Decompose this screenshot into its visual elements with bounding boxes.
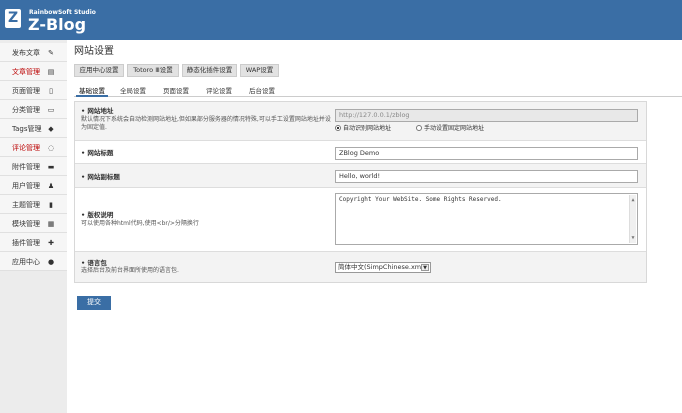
user-icon: ♟ [47,182,55,190]
language-description: 选择后台及前台界面所使用的语言包. [81,267,179,274]
tab-page-settings[interactable]: 页面设置 [160,86,192,97]
site-name-title: 网站标题 [81,149,113,157]
document-icon: ▤ [47,68,55,76]
sidebar-item-tags-manage[interactable]: Tags管理 ◆ [0,119,67,138]
tab-basic-settings[interactable]: 基础设置 [76,86,108,97]
site-name-input[interactable]: ZBlog Demo [335,147,638,160]
folder-icon: ▭ [47,106,55,114]
host-description: 默认情况下系统会自动检测网站地址,但如果部分服务器的情况特殊,可以手工设置网站地… [81,116,331,131]
tab-comment-settings[interactable]: 评论设置 [203,86,235,97]
page-title: 网站设置 [74,46,114,57]
setting-row-name: 网站标题 ZBlog Demo [75,141,646,164]
setting-row-host: 网站地址 默认情况下系统会自动检测网站地址,但如果部分服务器的情况特殊,可以手工… [75,102,646,141]
radio-checked-icon [335,125,341,131]
settings-form: 网站地址 默认情况下系统会自动检测网站地址,但如果部分服务器的情况特殊,可以手工… [74,101,647,283]
host-title: 网站地址 [81,107,113,115]
setting-row-language: 语言包 选择后台及前台界面所使用的语言包. 简体中文(SimpChinese.x… [75,252,646,282]
scroll-up-icon[interactable]: ▲ [630,197,636,203]
attachment-icon: ▬ [47,163,55,171]
copyright-title: 版权说明 [81,211,113,219]
sidebar-item-new-article[interactable]: 发布文章 ✎ [0,43,67,62]
edit-icon: ✎ [48,49,54,57]
sidebar-item-plugin-manage[interactable]: 插件管理 ✚ [0,233,67,252]
language-title: 语言包 [81,259,107,267]
radio-auto-host[interactable]: 自动识别网站地址 [335,125,391,133]
host-input[interactable]: http://127.0.0.1/zblog [335,109,638,122]
scroll-down-icon[interactable]: ▼ [630,235,636,241]
comment-icon: ◌ [47,144,55,152]
setting-row-copyright: 版权说明 可以使用各种html代码,使用<br/>分隔换行 Copyright … [75,188,646,252]
copyright-textarea[interactable]: Copyright Your WebSite. Some Rights Rese… [335,193,638,245]
chevron-down-icon[interactable]: ▼ [421,264,429,271]
sidebar-item-comment-manage[interactable]: 评论管理 ◌ [0,138,67,157]
subtab-static-plugin-settings[interactable]: 静态化插件设置 [182,64,237,77]
setting-row-subname: 网站副标题 Hello, world! [75,164,646,188]
plugin-icon: ✚ [48,239,54,247]
sidebar-item-category-manage[interactable]: 分类管理 ▭ [0,100,67,119]
sidebar-item-module-manage[interactable]: 模块管理 ▦ [0,214,67,233]
site-subtitle-input[interactable]: Hello, world! [335,170,638,183]
sidebar: 发布文章 ✎ 文章管理 ▤ 页面管理 ▯ 分类管理 ▭ Tags管理 ◆ 评论管理 ◌ 附件… [0,40,67,413]
subtab-wap-settings[interactable]: WAP设置 [240,64,279,77]
module-icon: ▦ [47,220,55,228]
top-bar: Z RainbowSoft Studio Z-Blog [0,0,682,40]
settings-tabs: 基础设置 全局设置 页面设置 评论设置 后台设置 [74,86,682,97]
tab-global-settings[interactable]: 全局设置 [117,86,149,97]
textarea-scrollbar[interactable]: ▲ ▼ [629,195,636,243]
radio-fixed-host[interactable]: 手动设置固定网站地址 [416,125,484,133]
sidebar-item-theme-manage[interactable]: 主题管理 ▮ [0,195,67,214]
page-icon: ▯ [49,87,53,95]
submit-button[interactable]: 提交 [77,296,111,310]
subtab-app-center-settings[interactable]: 应用中心设置 [74,64,124,77]
subtab-totoro-settings[interactable]: Totoro Ⅲ设置 [127,64,179,77]
tab-admin-settings[interactable]: 后台设置 [246,86,278,97]
language-select[interactable]: 简体中文(SimpChinese.xml) ▼ [335,262,431,273]
logo-letter: Z [8,10,19,26]
sidebar-item-app-center[interactable]: 应用中心 ● [0,252,67,271]
sidebar-item-attachment-manage[interactable]: 附件管理 ▬ [0,157,67,176]
copyright-description: 可以使用各种html代码,使用<br/>分隔换行 [81,220,199,227]
tag-icon: ◆ [48,125,54,133]
radio-unchecked-icon [416,125,422,131]
app-center-icon: ● [47,258,55,266]
logo: Z [5,9,21,28]
sidebar-item-page-manage[interactable]: 页面管理 ▯ [0,81,67,100]
sidebar-item-user-manage[interactable]: 用户管理 ♟ [0,176,67,195]
theme-icon: ▮ [49,201,53,209]
sidebar-item-article-manage[interactable]: 文章管理 ▤ [0,62,67,81]
site-subtitle-title: 网站副标题 [81,173,120,181]
brand-name: Z-Blog [28,15,87,34]
